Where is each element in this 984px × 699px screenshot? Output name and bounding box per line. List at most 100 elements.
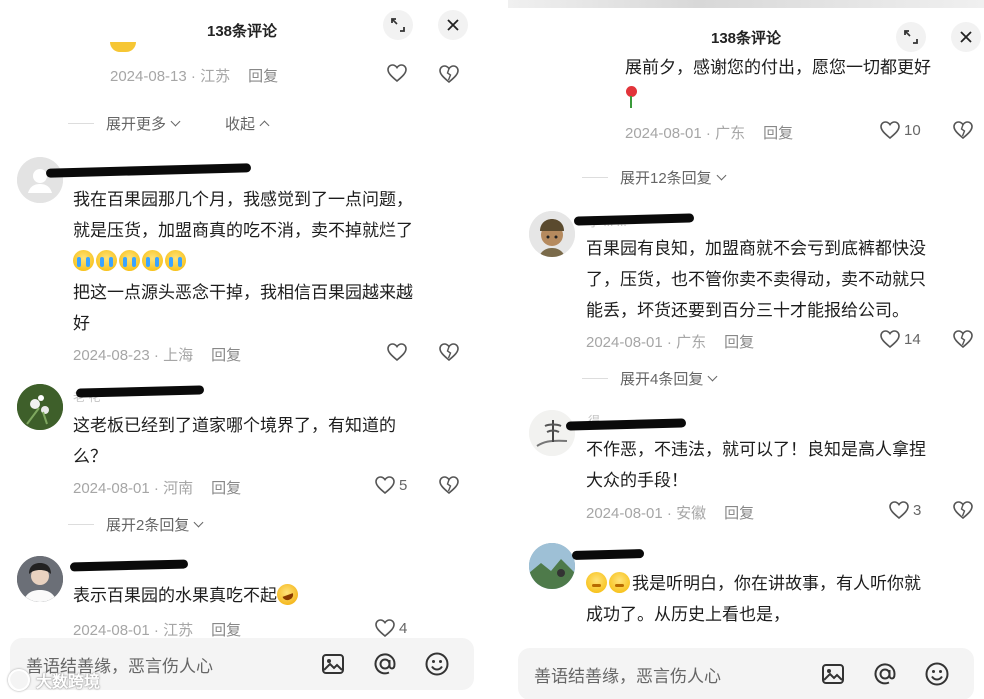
comment-meta: 2024-08-13 · 江苏 回复 <box>110 68 279 85</box>
expand-replies-button[interactable]: 展开4条回复 <box>582 368 718 389</box>
collapse-button[interactable]: 收起 <box>225 113 270 134</box>
comment-input[interactable]: 善语结善缘，恶言伤人心 <box>534 662 818 687</box>
crying-emoji-icon <box>165 250 186 271</box>
comment-body: 百果园有良知，加盟商就不会亏到底裤都快没 了，压货，也不管你卖不卖得动，卖不动就… <box>586 239 926 320</box>
comment-date: 2024-08-01 <box>586 334 663 351</box>
avatar[interactable] <box>529 211 575 257</box>
comment-date: 2024-08-01 <box>73 622 150 639</box>
person-avatar-icon <box>17 556 63 602</box>
like-button[interactable]: 14 <box>879 329 921 349</box>
avatar[interactable] <box>17 556 63 602</box>
crying-emoji-icon <box>73 250 94 271</box>
like-button[interactable]: 5 <box>374 475 407 495</box>
expand-icon <box>904 30 918 44</box>
comment-body: 表示百果园的水果真吃不起 <box>73 580 473 611</box>
image-button[interactable] <box>318 649 348 679</box>
close-button[interactable] <box>438 10 468 40</box>
broken-heart-icon <box>439 65 459 84</box>
emoji-button[interactable] <box>422 649 452 679</box>
heart-icon <box>387 64 407 83</box>
avatar[interactable] <box>529 543 575 589</box>
heart-icon <box>880 330 900 349</box>
like-count: 14 <box>904 330 921 348</box>
emoji-row <box>73 246 473 277</box>
expand-button[interactable] <box>383 10 413 40</box>
reply-button[interactable]: 回复 <box>211 480 241 497</box>
like-count: 4 <box>399 619 408 637</box>
avatar[interactable] <box>17 157 63 203</box>
landscape-avatar-icon <box>529 543 575 589</box>
reply-button[interactable]: 回复 <box>724 334 754 351</box>
comment-meta: 2024-08-01 · 广东 回复 <box>586 334 755 351</box>
expand-more-row: 展开更多 收起 <box>68 113 270 134</box>
comment-date: 2024-08-23 <box>73 347 150 364</box>
broken-heart-icon <box>439 476 459 495</box>
avatar[interactable] <box>529 410 575 456</box>
image-icon <box>322 654 344 674</box>
expand-replies-button[interactable]: 展开2条回复 <box>68 514 204 535</box>
dislike-button[interactable] <box>952 499 974 526</box>
comment-date: 2024-08-01 <box>73 480 150 497</box>
expand-button[interactable] <box>896 22 926 52</box>
comment-meta: 2024-08-01 · 河南 回复 <box>73 480 242 497</box>
emoji-icon <box>425 652 449 676</box>
reply-button[interactable]: 回复 <box>211 622 241 639</box>
redacted-username <box>573 213 695 226</box>
heart-icon <box>375 476 395 495</box>
heart-icon <box>889 501 909 520</box>
dislike-button[interactable] <box>952 328 974 355</box>
dislike-button[interactable] <box>438 341 460 368</box>
like-button[interactable]: 4 <box>374 618 407 638</box>
broken-heart-icon <box>439 343 459 362</box>
like-count: 10 <box>904 121 921 139</box>
chevron-down-icon <box>707 371 718 382</box>
mention-button[interactable] <box>370 649 400 679</box>
comment-body: 展前夕，感谢您的付出，愿您一切都更好 <box>625 52 984 114</box>
broken-heart-icon <box>953 330 973 349</box>
reply-button[interactable]: 回复 <box>763 125 793 142</box>
comment-location: 安徽 <box>676 505 707 522</box>
comment-body: 我在百果园那几个月，我感觉到了一点问题， 就是压货，加盟商真的吃不消，卖不掉就烂… <box>73 184 473 339</box>
panel-header: 138条评论 <box>0 10 484 50</box>
comment-meta: 2024-08-01 · 安徽 回复 <box>586 505 755 522</box>
comment-location: 上海 <box>163 347 194 364</box>
avatar[interactable] <box>17 384 63 430</box>
image-icon <box>822 664 844 684</box>
like-count: 5 <box>399 476 408 494</box>
comment-body: 我是听明白，你在讲故事，有人听你就 成功了。从历史上看也是， <box>586 572 921 624</box>
dislike-button[interactable] <box>438 474 460 501</box>
mention-button[interactable] <box>870 659 900 689</box>
image-button[interactable] <box>818 659 848 689</box>
comment-date: 2024-08-01 <box>586 505 663 522</box>
crying-emoji-icon <box>96 250 117 271</box>
comments-count-title: 138条评论 <box>206 22 278 40</box>
at-icon <box>374 653 396 675</box>
cartoon-avatar-icon <box>529 211 575 257</box>
like-button[interactable]: 3 <box>888 500 921 520</box>
reply-button[interactable]: 回复 <box>248 68 278 85</box>
comment-meta: 2024-08-01 · 广东 回复 <box>625 125 794 142</box>
reply-button[interactable]: 回复 <box>724 505 754 522</box>
dislike-button[interactable] <box>438 63 460 90</box>
dislike-button[interactable] <box>952 119 974 146</box>
like-button[interactable] <box>386 342 408 362</box>
like-button[interactable]: 10 <box>879 120 921 140</box>
expand-more-button[interactable]: 展开更多 <box>106 113 181 134</box>
redacted-username <box>571 549 645 560</box>
watermark-logo-icon <box>8 669 30 691</box>
watermark-text: 大数跨境 <box>36 674 101 691</box>
heart-icon <box>387 343 407 362</box>
close-button[interactable] <box>951 22 981 52</box>
reply-button[interactable]: 回复 <box>211 347 241 364</box>
comment-meta: 2024-08-01 · 江苏 回复 <box>73 622 242 639</box>
comment-location: 江苏 <box>163 622 194 639</box>
redacted-username <box>565 418 687 431</box>
close-icon <box>447 19 459 31</box>
like-count: 3 <box>913 501 922 519</box>
emoji-button[interactable] <box>922 659 952 689</box>
close-icon <box>960 31 972 43</box>
comment-body: 这老板已经到了道家哪个境界了，有知道的 么？ <box>73 416 396 466</box>
expand-replies-button[interactable]: 展开12条回复 <box>582 167 727 188</box>
like-button[interactable] <box>386 63 408 83</box>
comment-location: 广东 <box>676 334 707 351</box>
